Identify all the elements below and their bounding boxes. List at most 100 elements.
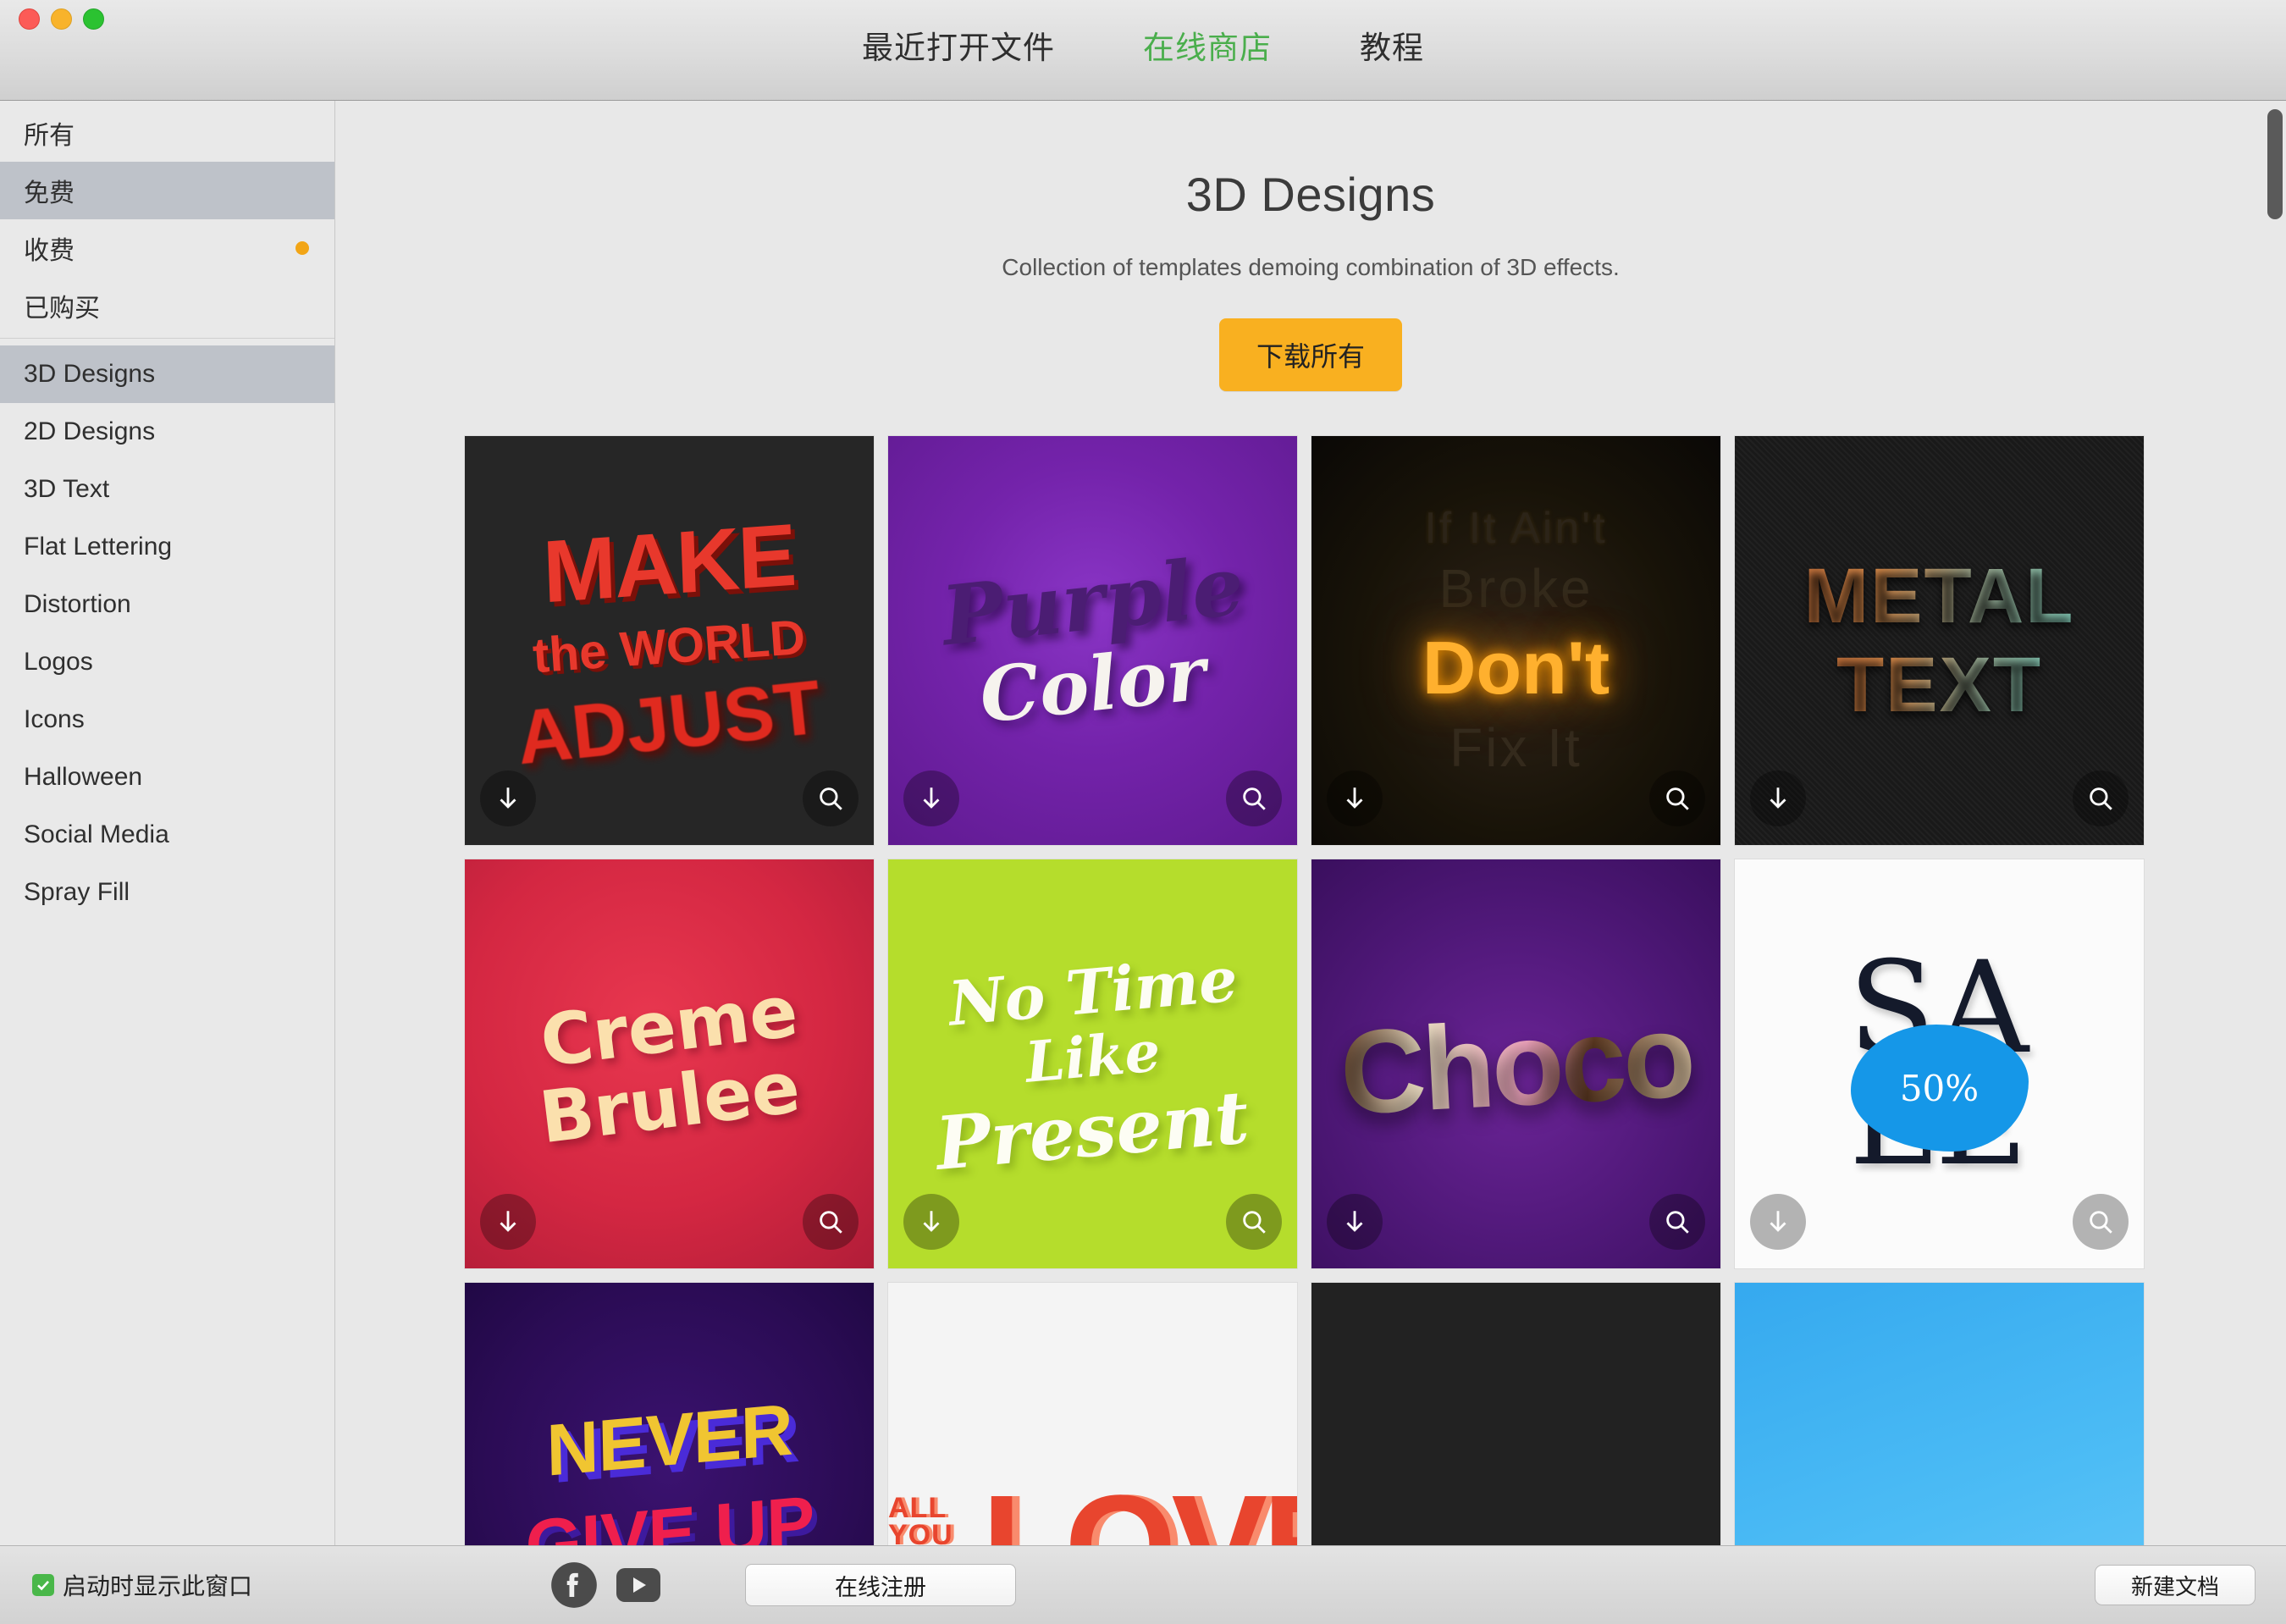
tab-online-store[interactable]: 在线商店 [1143,32,1272,64]
sidebar-item-paid[interactable]: 收费 [0,219,334,277]
social-links [550,1561,660,1609]
sidebar-item-logos[interactable]: Logos [0,633,334,691]
art-line: Fix It [1449,716,1582,778]
art-line: MAKE [541,505,798,622]
sidebar-item-label: Icons [24,705,85,733]
magnifier-icon[interactable] [1649,1194,1705,1250]
sidebar-item-label: 收费 [24,237,75,265]
art-line: Don't [1422,625,1610,710]
sidebar-item-free[interactable]: 免费 [0,162,334,219]
sidebar-item-label: Halloween [24,763,143,791]
sidebar-item-2d-designs[interactable]: 2D Designs [0,403,334,461]
template-card-metal-text[interactable]: METAL TEXT [1734,435,2145,846]
sidebar-item-spray-fill[interactable]: Spray Fill [0,864,334,921]
template-card-better-late[interactable]: BetER atE [1311,1282,1721,1545]
art-line: Present [932,1074,1253,1187]
header-tabs: 最近打开文件 在线商店 教程 [862,32,1424,64]
download-arrow-icon[interactable] [903,1194,959,1250]
sidebar-item-label: Logos [24,648,93,676]
sidebar-item-label: 已购买 [24,295,100,323]
art-line: TEXT [1836,641,2043,728]
sidebar-item-label: 免费 [24,180,75,207]
template-card-purple-color[interactable]: Purple Color [887,435,1298,846]
template-card-sale-50-percent[interactable]: SA LE 50% [1734,859,2145,1269]
window-body: 所有 免费 收费 已购买 3D Designs 2D Designs 3D Te… [0,101,2286,1545]
sidebar-item-3d-designs[interactable]: 3D Designs [0,345,334,403]
tab-recent-files[interactable]: 最近打开文件 [862,32,1055,64]
sidebar-item-flat-lettering[interactable]: Flat Lettering [0,518,334,576]
title-bar: 最近打开文件 在线商店 教程 [0,0,2286,101]
sidebar-item-label: 3D Text [24,475,110,503]
vertical-scrollbar[interactable] [2267,109,2283,922]
sidebar-item-icons[interactable]: Icons [0,691,334,748]
template-preview-art: NEVER GIVE UP [465,1283,874,1545]
art-line: NEVER [545,1388,793,1492]
maximize-window-button[interactable] [83,8,104,30]
new-items-dot-icon [295,241,309,255]
magnifier-icon[interactable] [2073,771,2129,826]
template-card-choco[interactable]: Choco [1311,859,1721,1269]
sidebar-item-purchased[interactable]: 已购买 [0,277,334,334]
online-register-label: 在线注册 [835,1574,926,1600]
template-card-focus[interactable]: FoCuS [1734,1282,2145,1545]
sidebar-item-label: Flat Lettering [24,533,173,561]
art-line: ALL YOU NEED IS [888,1491,953,1545]
template-card-no-time-like-present[interactable]: No Time Like Present [887,859,1298,1269]
sidebar-item-distortion[interactable]: Distortion [0,576,334,633]
checkbox-checked-icon[interactable] [32,1574,54,1596]
template-card-all-you-need-is-love[interactable]: ALL YOU NEED IS LOVE [887,1282,1298,1545]
main-content: 3D Designs Collection of templates demoi… [335,101,2286,1545]
art-line: METAL [1803,552,2075,639]
minimize-window-button[interactable] [51,8,72,30]
sidebar: 所有 免费 收费 已购买 3D Designs 2D Designs 3D Te… [0,101,335,1545]
art-line: LOVE [981,1474,1297,1546]
template-card-make-the-world-adjust[interactable]: MAKE the WORLD ADJUST [464,435,875,846]
sidebar-item-halloween[interactable]: Halloween [0,748,334,806]
sidebar-item-label: 3D Designs [24,360,156,388]
sidebar-item-all[interactable]: 所有 [0,104,334,162]
magnifier-icon[interactable] [2073,1194,2129,1250]
youtube-icon[interactable] [616,1568,660,1602]
template-card-creme-brulee[interactable]: Creme Brulee [464,859,875,1269]
online-register-button[interactable]: 在线注册 [745,1564,1016,1606]
sidebar-item-label: Distortion [24,590,131,618]
sidebar-filter-group: 所有 免费 收费 已购买 [0,101,334,339]
sidebar-item-label: Social Media [24,820,169,848]
sidebar-item-label: 2D Designs [24,417,156,445]
magnifier-icon[interactable] [1226,771,1282,826]
template-preview-art: FoCuS [1735,1283,2144,1545]
download-arrow-icon[interactable] [480,1194,536,1250]
scrollbar-thumb[interactable] [2267,109,2283,219]
footer-bar: 启动时显示此窗口 在线注册 新建文档 [0,1545,2286,1624]
tab-tutorials[interactable]: 教程 [1360,32,1424,64]
art-line: Choco [1337,986,1695,1142]
template-grid: MAKE the WORLD ADJUST Purple Color If It… [464,435,2157,1545]
magnifier-icon[interactable] [803,771,859,826]
download-arrow-icon[interactable] [1327,771,1383,826]
template-preview-art: ALL YOU NEED IS LOVE [888,1283,1297,1545]
new-document-button[interactable]: 新建文档 [2095,1565,2256,1605]
magnifier-icon[interactable] [1649,771,1705,826]
sidebar-item-social-media[interactable]: Social Media [0,806,334,864]
sidebar-item-label: Spray Fill [24,878,130,906]
template-card-if-it-aint-broke-dont-fix-it[interactable]: If It Ain't Broke Don't Fix It [1311,435,1721,846]
art-line: If It Ain't [1424,503,1608,553]
download-arrow-icon[interactable] [903,771,959,826]
template-card-never-give-up[interactable]: NEVER GIVE UP [464,1282,875,1545]
facebook-icon[interactable] [550,1561,598,1609]
startup-checkbox-row[interactable]: 启动时显示此窗口 [32,1568,252,1602]
traffic-lights [19,8,104,30]
sidebar-item-label: 所有 [24,122,75,150]
download-arrow-icon[interactable] [1750,1194,1806,1250]
download-all-button[interactable]: 下载所有 [1218,318,1402,391]
download-arrow-icon[interactable] [1750,771,1806,826]
download-arrow-icon[interactable] [1327,1194,1383,1250]
download-arrow-icon[interactable] [480,771,536,826]
close-window-button[interactable] [19,8,40,30]
sidebar-item-3d-text[interactable]: 3D Text [0,461,334,518]
page-subtitle: Collection of templates demoing combinat… [1002,254,1620,280]
magnifier-icon[interactable] [803,1194,859,1250]
startup-checkbox-label: 启动时显示此窗口 [63,1573,253,1599]
magnifier-icon[interactable] [1226,1194,1282,1250]
app-window: 最近打开文件 在线商店 教程 所有 免费 收费 已购买 3D Designs 2… [0,0,2286,1624]
